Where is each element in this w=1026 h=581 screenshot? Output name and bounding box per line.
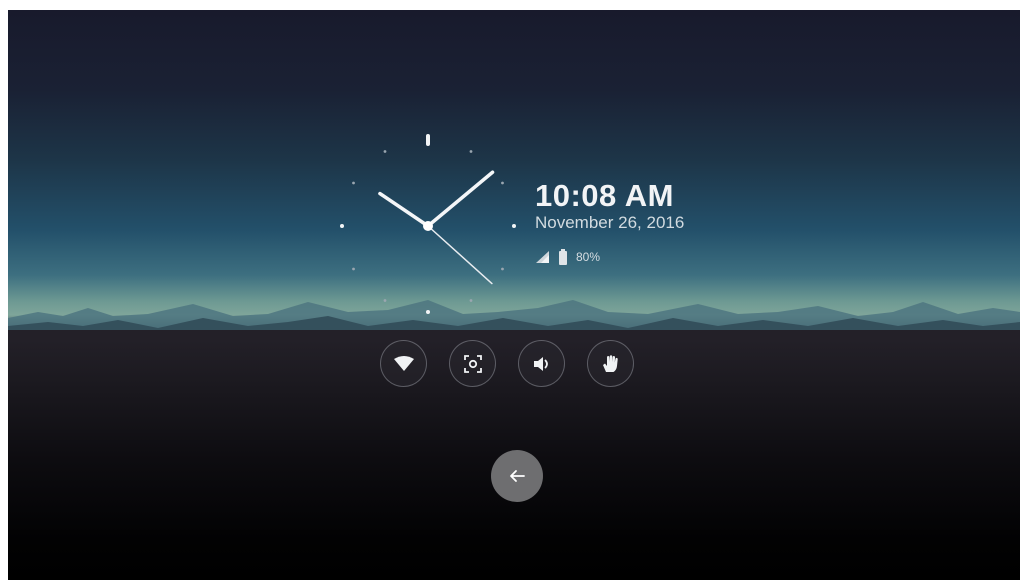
clock-minute-hand — [426, 170, 495, 228]
sound-icon — [533, 356, 548, 371]
wifi-icon — [393, 355, 414, 371]
hand-icon — [602, 354, 618, 372]
battery-icon — [559, 249, 567, 265]
back-button[interactable] — [491, 450, 543, 502]
hand-gesture-toggle[interactable] — [587, 340, 634, 387]
screenshot-toggle[interactable] — [449, 340, 496, 387]
clock-tick — [501, 267, 504, 271]
signal-icon — [536, 251, 549, 263]
clock-tick — [426, 134, 430, 146]
clock-hour-hand — [378, 191, 430, 228]
clock-tick — [469, 299, 473, 302]
clock-date: November 26, 2016 — [535, 213, 685, 232]
clock-tick — [340, 224, 344, 228]
clock-tick — [383, 299, 387, 302]
clock-second-hand — [427, 225, 493, 285]
clock-tick — [352, 181, 355, 185]
clock-tick — [383, 150, 387, 153]
clock-time: 10:08 AM — [535, 178, 674, 213]
clock-tick — [352, 267, 355, 271]
back-arrow-icon — [510, 470, 525, 482]
analog-clock — [340, 134, 516, 314]
lock-screen: 10:08 AM November 26, 2016 80% — [8, 10, 1020, 580]
clock-tick — [469, 150, 473, 153]
wifi-toggle[interactable] — [380, 340, 427, 387]
clock-tick — [501, 181, 504, 185]
quick-toggle-bar — [380, 340, 634, 387]
battery-percentage: 80% — [576, 250, 601, 264]
screenshot-icon — [463, 354, 482, 373]
sound-toggle[interactable] — [518, 340, 565, 387]
clock-tick — [426, 310, 430, 314]
clock-center-dot — [423, 221, 433, 231]
status-indicators: 80% — [535, 248, 600, 266]
clock-tick — [512, 224, 516, 228]
